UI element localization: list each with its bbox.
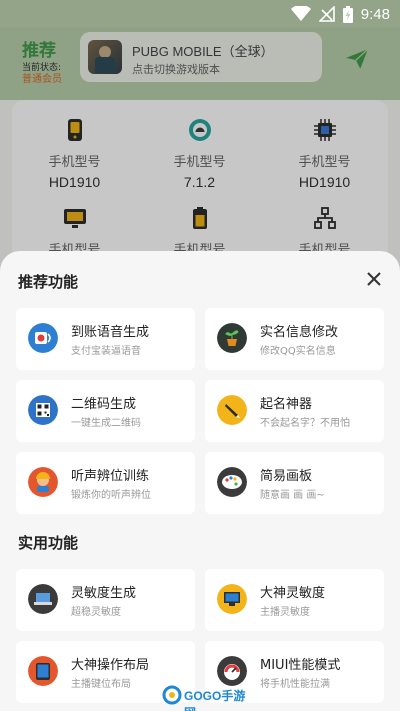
feature-realname-edit[interactable]: 实名信息修改 修改QQ实名信息 — [205, 308, 384, 370]
clock: 9:48 — [360, 5, 390, 23]
feature-qrcode[interactable]: 二维码生成 一键生成二维码 — [16, 380, 195, 442]
no-signal-icon — [318, 6, 335, 22]
tablet-icon — [28, 656, 58, 686]
pen-icon — [217, 395, 247, 425]
section-title-utility: 实用功能 — [18, 534, 79, 552]
system-status: 9:48 — [290, 4, 390, 24]
close-icon[interactable] — [364, 269, 384, 289]
feature-name-generator[interactable]: 起名神器 不会起名字？不用怕 — [205, 380, 384, 442]
soldier-icon — [28, 467, 58, 497]
desktop-icon — [217, 584, 247, 614]
qrcode-icon — [28, 395, 58, 425]
plant-icon — [217, 323, 247, 353]
watermark-text: GOGO手游网 — [184, 689, 246, 711]
gogo-logo-icon — [162, 685, 182, 705]
section-title-recommended: 推荐功能 — [18, 273, 79, 291]
feature-sound-training[interactable]: 听声辨位训练 锻炼你的听声辨位 — [16, 452, 195, 514]
gauge-icon — [217, 656, 247, 686]
palette-icon — [217, 467, 247, 497]
feature-sensitivity-generator[interactable]: 灵敏度生成 超稳灵敏度 — [16, 569, 195, 631]
feature-payment-voice[interactable]: 到账语音生成 支付宝装逼语音 — [16, 308, 195, 370]
feature-bottom-sheet: 推荐功能 到账语音生成 支付宝装逼语音 实名信息修改 修改QQ实名信息 二维码生… — [0, 251, 400, 711]
site-watermark: GOGO手游网 — [162, 684, 252, 711]
wifi-icon — [290, 6, 311, 21]
feature-drawing-board[interactable]: 简易画板 随意画 画 画~ — [205, 452, 384, 514]
feature-pro-sensitivity[interactable]: 大神灵敏度 主播灵敏度 — [205, 569, 384, 631]
battery-charging-icon — [342, 5, 353, 23]
laptop-icon — [28, 584, 58, 614]
payment-voice-icon — [28, 323, 58, 353]
